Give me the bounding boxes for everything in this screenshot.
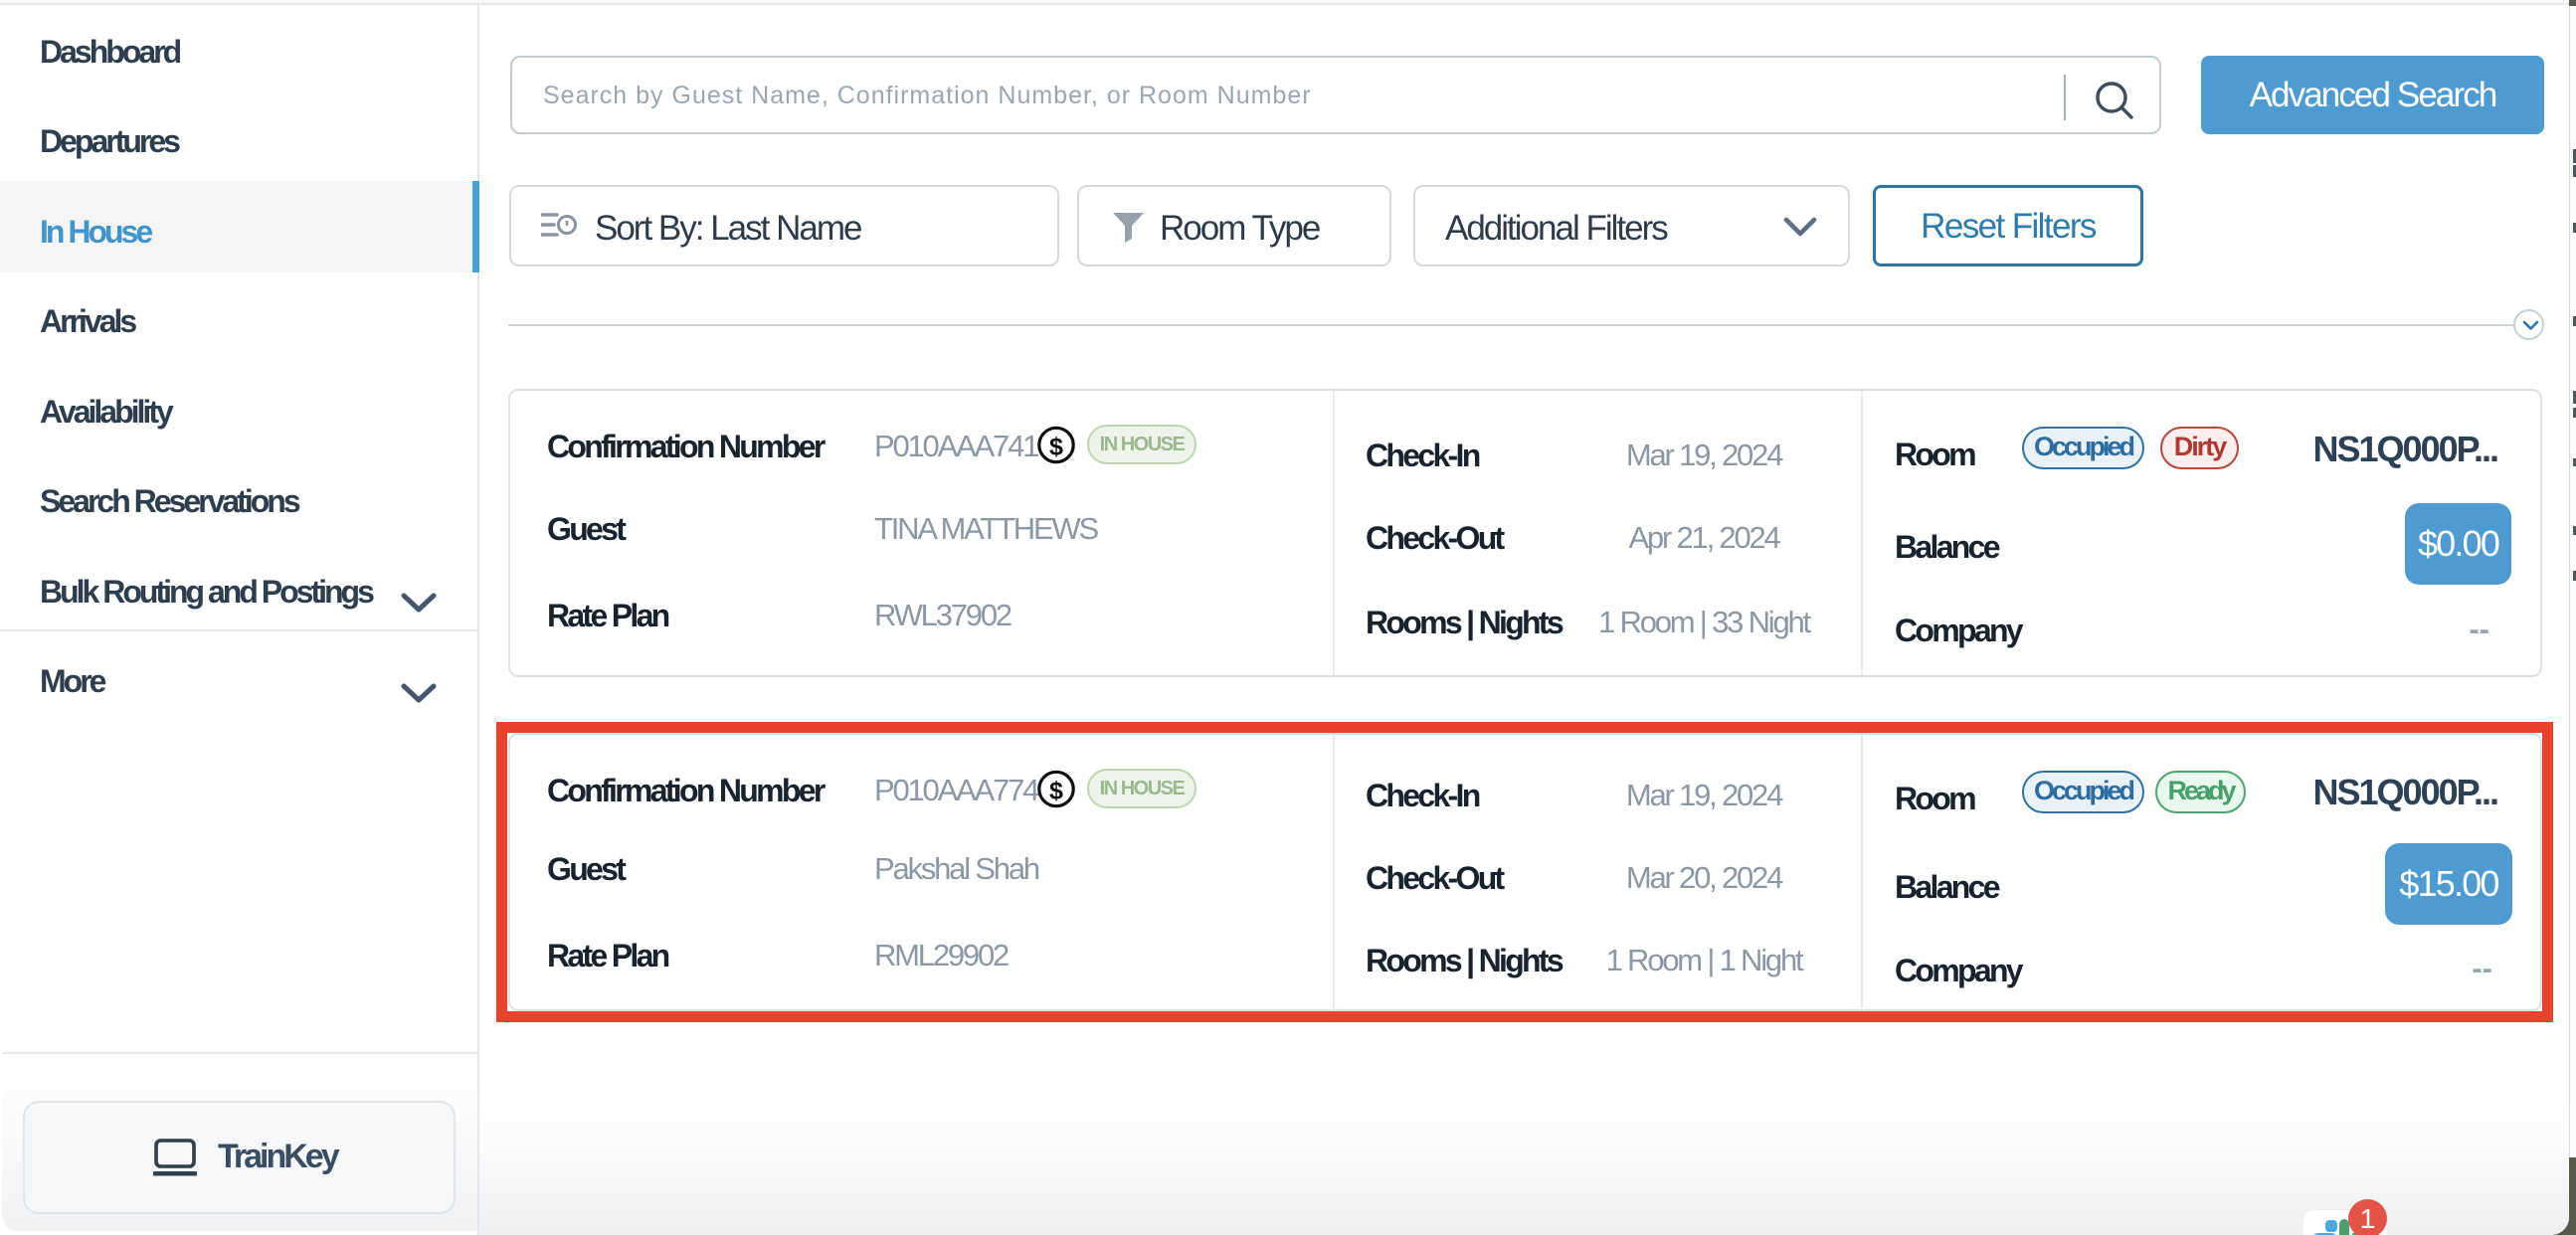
svg-text:$: $ [1049,434,1063,461]
